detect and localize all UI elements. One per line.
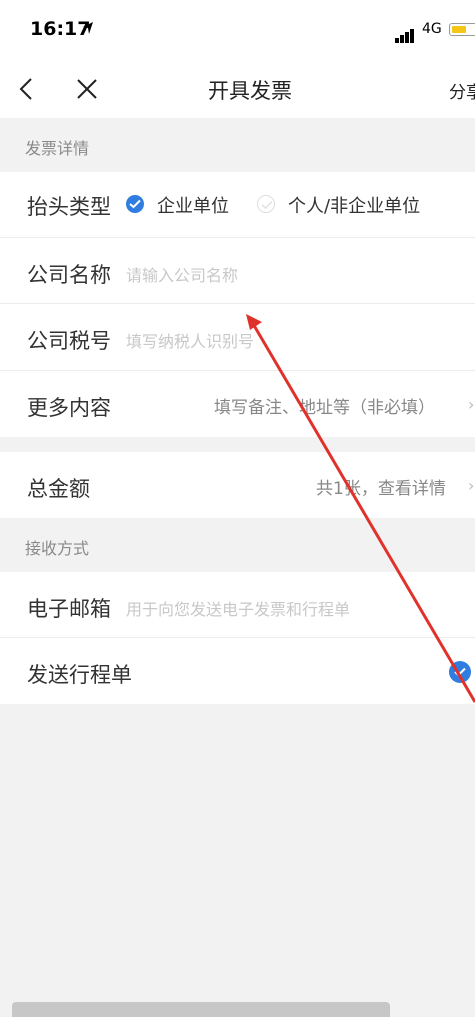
chevron-right-icon: ›	[468, 476, 475, 495]
total-amount-label: 总金额	[27, 477, 90, 501]
send-itinerary-label: 发送行程单	[27, 663, 132, 687]
email-row[interactable]: 电子邮箱 用于向您发送电子发票和行程单	[0, 572, 475, 637]
section-label-invoice: 发票详情	[25, 139, 90, 158]
tax-id-label: 公司税号	[27, 329, 111, 353]
radio-enterprise[interactable]	[126, 195, 144, 213]
header-type-label: 抬头类型	[27, 195, 111, 219]
option-enterprise-label[interactable]: 企业单位	[157, 192, 229, 218]
total-amount-detail-link[interactable]: 共1张，查看详情	[316, 474, 446, 499]
more-content-hint: 填写备注、地址等（非必填）	[214, 398, 435, 418]
status-bar: 16:17 4G	[0, 0, 475, 60]
battery-icon	[449, 23, 475, 36]
email-label: 电子邮箱	[27, 597, 111, 621]
company-name-label: 公司名称	[27, 263, 111, 287]
section-label-receive: 接收方式	[25, 539, 90, 558]
nav-bar: 开具发票 分享	[0, 60, 475, 118]
header-type-row: 抬头类型 企业单位 个人/非企业单位	[0, 172, 475, 237]
company-name-row[interactable]: 公司名称 请输入公司名称	[0, 238, 475, 303]
option-personal-label[interactable]: 个人/非企业单位	[288, 192, 420, 218]
tax-id-input[interactable]: 填写纳税人识别号	[126, 328, 254, 352]
send-itinerary-row: 发送行程单	[0, 638, 475, 704]
signal-icon	[395, 24, 415, 43]
share-button[interactable]: 分享	[449, 78, 475, 103]
submit-button[interactable]	[12, 1002, 390, 1017]
send-itinerary-checkbox[interactable]	[449, 661, 471, 683]
more-content-row[interactable]: 更多内容 填写备注、地址等（非必填） ›	[0, 371, 475, 437]
location-arrow-icon	[82, 20, 94, 39]
more-content-label: 更多内容	[27, 396, 111, 420]
company-name-input[interactable]: 请输入公司名称	[126, 262, 238, 286]
radio-personal[interactable]	[257, 195, 275, 213]
chevron-right-icon: ›	[468, 395, 475, 414]
battery-level	[452, 26, 466, 33]
total-amount-row[interactable]: 总金额 共1张，查看详情 ›	[0, 452, 475, 518]
tax-id-row[interactable]: 公司税号 填写纳税人识别号	[0, 304, 475, 370]
email-input[interactable]: 用于向您发送电子发票和行程单	[126, 596, 350, 620]
page-title: 开具发票	[208, 79, 292, 103]
network-label: 4G	[422, 21, 442, 37]
